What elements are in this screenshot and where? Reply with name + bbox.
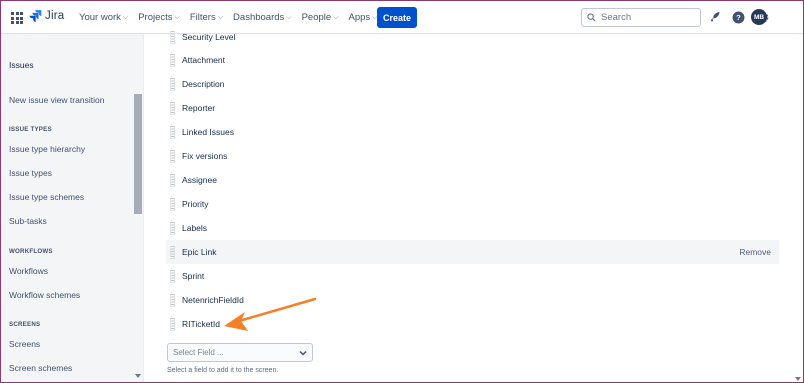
drag-handle-icon[interactable] xyxy=(170,101,175,115)
field-row[interactable]: Attachment xyxy=(166,48,779,72)
field-row[interactable]: Linked Issues xyxy=(166,120,779,144)
nav-label: Projects xyxy=(138,12,173,23)
select-field-hint: Select a field to add it to the screen. xyxy=(167,367,279,374)
field-row[interactable]: Description xyxy=(166,72,779,96)
field-label: NetenrichFieldId xyxy=(182,295,244,305)
field-label: Sprint xyxy=(182,271,205,281)
drag-handle-icon[interactable] xyxy=(170,245,175,259)
field-row[interactable]: Priority xyxy=(166,192,779,216)
drag-handle-icon[interactable] xyxy=(170,269,175,283)
field-row[interactable]: Labels xyxy=(166,216,779,240)
field-label: Labels xyxy=(182,223,208,233)
nav-dashboards[interactable]: Dashboards ⌵ xyxy=(233,12,292,23)
field-label: RITicketId xyxy=(182,319,220,329)
field-row[interactable]: Fix versions xyxy=(166,144,779,168)
scroll-down-arrow-icon[interactable] xyxy=(795,377,801,381)
chevron-down-icon: ⌵ xyxy=(333,13,339,21)
field-label: Fix versions xyxy=(182,151,228,161)
drag-handle-icon[interactable] xyxy=(170,53,175,67)
sidebar-item-screen-schemes[interactable]: Screen schemes xyxy=(9,363,72,373)
sidebar-item-sub-tasks[interactable]: Sub-tasks xyxy=(9,216,47,226)
field-label: Epic Link xyxy=(182,247,217,257)
drag-handle-icon[interactable] xyxy=(170,30,175,44)
search-input[interactable] xyxy=(601,12,696,23)
sidebar-item-workflow-schemes[interactable]: Workflow schemes xyxy=(9,290,80,300)
nav-filters[interactable]: Filters ⌵ xyxy=(190,12,223,23)
field-row[interactable]: Security Level xyxy=(166,25,779,49)
chevron-down-icon: ⌵ xyxy=(122,13,129,21)
notifications-icon[interactable] xyxy=(708,10,722,24)
sidebar-item-issue-type-hierarchy[interactable]: Issue type hierarchy xyxy=(9,144,85,154)
avatar[interactable]: MB xyxy=(751,9,767,25)
app-switcher-icon[interactable] xyxy=(11,12,23,24)
app-window: Jira Your work ⌵ Projects ⌵ Filters ⌵ Da… xyxy=(0,0,804,383)
select-field-placeholder: Select Field ... xyxy=(173,348,224,357)
field-label: Attachment xyxy=(182,55,225,65)
drag-handle-icon[interactable] xyxy=(170,221,175,235)
sidebar: Issues New issue view transition ISSUE T… xyxy=(1,34,144,382)
sidebar-item-issue-type-schemes[interactable]: Issue type schemes xyxy=(9,192,84,202)
sidebar-item-screens[interactable]: Screens xyxy=(9,339,40,349)
field-row[interactable]: Reporter xyxy=(166,96,779,120)
nav-label: Apps xyxy=(348,12,371,23)
field-row-hovered[interactable]: Epic Link Remove xyxy=(166,240,779,264)
nav-label: Dashboards xyxy=(233,12,285,23)
select-field-dropdown[interactable]: Select Field ... xyxy=(167,343,313,362)
svg-text:?: ? xyxy=(736,13,741,22)
field-label: Reporter xyxy=(182,103,216,113)
sidebar-item-new-issue-view-transition[interactable]: New issue view transition xyxy=(9,95,104,105)
nav-label: Your work xyxy=(79,12,121,23)
field-label: Assignee xyxy=(182,175,217,185)
sidebar-item-issue-types[interactable]: Issue types xyxy=(9,168,52,178)
drag-handle-icon[interactable] xyxy=(170,293,175,307)
sidebar-section-workflows: WORKFLOWS xyxy=(9,248,53,255)
drag-handle-icon[interactable] xyxy=(170,317,175,331)
search-icon xyxy=(587,13,596,22)
field-row[interactable]: Sprint xyxy=(166,264,779,288)
drag-handle-icon[interactable] xyxy=(170,197,175,211)
sidebar-section-issue-types: ISSUE TYPES xyxy=(9,126,52,133)
nav-apps[interactable]: Apps ⌵ xyxy=(349,12,378,23)
jira-logo[interactable]: Jira xyxy=(29,9,64,22)
nav-label: People xyxy=(301,12,332,23)
chevron-down-icon xyxy=(299,350,307,356)
sidebar-scrollbar-thumb[interactable] xyxy=(134,94,142,214)
sidebar-item-workflows[interactable]: Workflows xyxy=(9,266,48,276)
field-label: Security Level xyxy=(182,32,236,42)
chevron-down-icon: ⌵ xyxy=(174,13,180,21)
drag-handle-icon[interactable] xyxy=(170,77,175,91)
nav-projects[interactable]: Projects ⌵ xyxy=(138,12,180,23)
help-icon[interactable]: ? xyxy=(731,10,745,24)
scroll-down-arrow-icon[interactable] xyxy=(135,374,141,378)
field-row[interactable]: NetenrichFieldId xyxy=(166,288,779,312)
drag-handle-icon[interactable] xyxy=(170,125,175,139)
screen-fields-panel: Security Level Attachment Description Re… xyxy=(144,30,803,382)
field-row[interactable]: RITicketId xyxy=(166,312,779,336)
nav-your-work[interactable]: Your work ⌵ xyxy=(79,12,128,23)
drag-handle-icon[interactable] xyxy=(170,173,175,187)
sidebar-title: Issues xyxy=(9,60,34,70)
remove-field-link[interactable]: Remove xyxy=(739,247,771,257)
chevron-down-icon: ⌵ xyxy=(286,13,292,21)
nav-label: Filters xyxy=(189,12,216,23)
field-label: Linked Issues xyxy=(182,127,234,137)
logo-text: Jira xyxy=(45,9,65,22)
field-row[interactable]: Assignee xyxy=(166,168,779,192)
field-label: Description xyxy=(182,79,225,89)
sidebar-section-screens: SCREENS xyxy=(9,321,41,328)
nav-people[interactable]: People ⌵ xyxy=(302,12,339,23)
drag-handle-icon[interactable] xyxy=(170,149,175,163)
jira-logo-icon xyxy=(29,10,42,22)
chevron-down-icon: ⌵ xyxy=(217,13,224,21)
field-label: Priority xyxy=(182,199,209,209)
